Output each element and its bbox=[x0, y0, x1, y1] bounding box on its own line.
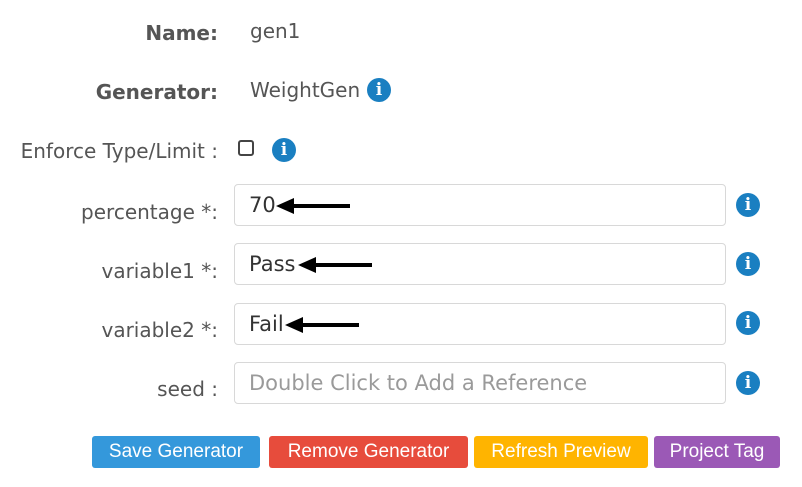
percentage-value: 70 bbox=[249, 193, 276, 217]
refresh-preview-button[interactable]: Refresh Preview bbox=[474, 436, 648, 468]
seed-label: seed : bbox=[157, 377, 218, 401]
save-generator-button[interactable]: Save Generator bbox=[92, 436, 260, 468]
variable1-label: variable1 *: bbox=[101, 259, 218, 283]
seed-input[interactable]: Double Click to Add a Reference bbox=[234, 362, 726, 404]
variable2-label: variable2 *: bbox=[101, 318, 218, 342]
generator-label: Generator: bbox=[95, 80, 218, 104]
seed-info-icon[interactable]: i bbox=[736, 371, 760, 395]
arrow-icon bbox=[298, 257, 372, 273]
project-tag-button[interactable]: Project Tag bbox=[654, 436, 780, 468]
enforce-type-limit-label: Enforce Type/Limit : bbox=[20, 139, 218, 163]
enforce-type-limit-checkbox[interactable] bbox=[238, 140, 254, 156]
variable1-value: Pass bbox=[249, 252, 296, 276]
generator-value: WeightGen bbox=[250, 78, 361, 102]
enforce-info-icon[interactable]: i bbox=[272, 138, 296, 162]
percentage-label: percentage *: bbox=[81, 200, 218, 224]
arrow-icon bbox=[276, 198, 350, 214]
name-label: Name: bbox=[145, 21, 218, 45]
variable2-value: Fail bbox=[249, 312, 284, 336]
seed-placeholder: Double Click to Add a Reference bbox=[249, 371, 588, 395]
remove-generator-button[interactable]: Remove Generator bbox=[269, 436, 468, 468]
percentage-info-icon[interactable]: i bbox=[736, 193, 760, 217]
generator-info-icon[interactable]: i bbox=[367, 78, 391, 102]
name-value: gen1 bbox=[250, 19, 301, 43]
variable1-info-icon[interactable]: i bbox=[736, 252, 760, 276]
variable2-info-icon[interactable]: i bbox=[736, 311, 760, 335]
arrow-icon bbox=[285, 317, 359, 333]
